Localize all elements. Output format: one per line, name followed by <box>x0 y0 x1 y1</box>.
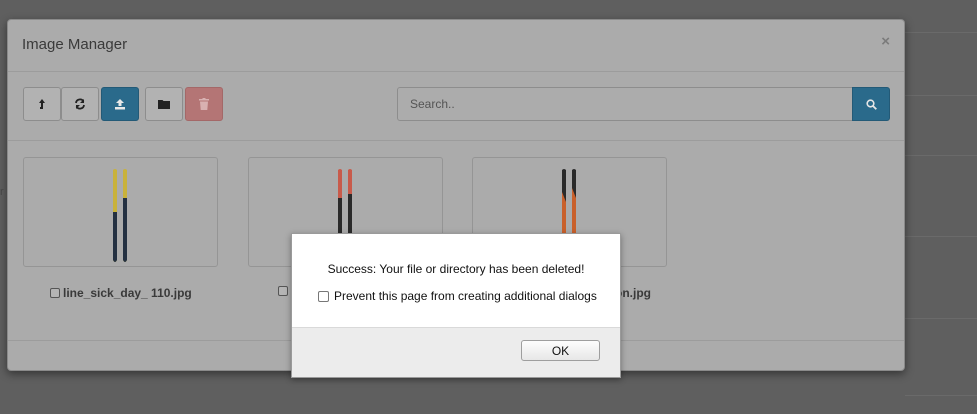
alert-dialog: Success: Your file or directory has been… <box>291 233 621 378</box>
upload-icon <box>115 99 125 110</box>
dialog-footer: OK <box>292 327 620 377</box>
image-select-checkbox[interactable] <box>50 288 60 298</box>
trash-icon <box>199 98 209 110</box>
refresh-icon <box>75 98 85 110</box>
refresh-button[interactable] <box>61 87 99 121</box>
background-divider <box>905 236 977 237</box>
prevent-dialogs-checkbox[interactable] <box>318 290 329 302</box>
close-icon[interactable]: × <box>881 33 890 50</box>
folder-icon <box>158 100 170 109</box>
background-divider <box>905 318 977 319</box>
background-divider <box>905 95 977 96</box>
image-filename: line_sick_day_ 110.jpg <box>63 286 192 300</box>
ok-button[interactable]: OK <box>521 340 600 361</box>
level-up-icon <box>39 99 45 109</box>
image-caption: line_sick_day_ 110.jpg <box>50 286 192 300</box>
parent-directory-button[interactable] <box>23 87 61 121</box>
dialog-message: Success: Your file or directory has been… <box>327 262 585 276</box>
search-input[interactable] <box>397 87 853 121</box>
modal-title: Image Manager <box>22 36 128 53</box>
image-caption <box>278 286 291 296</box>
upload-button[interactable] <box>101 87 139 121</box>
search-icon <box>865 98 877 110</box>
background-divider <box>905 395 977 396</box>
search-button[interactable] <box>852 87 890 121</box>
prevent-dialogs-label: Prevent this page from creating addition… <box>334 289 597 303</box>
new-folder-button[interactable] <box>145 87 183 121</box>
ski-image <box>112 169 127 262</box>
delete-button[interactable] <box>185 87 223 121</box>
background-divider <box>905 32 977 33</box>
image-thumbnail[interactable] <box>23 157 218 267</box>
background-divider <box>905 155 977 156</box>
toolbar <box>8 71 904 141</box>
modal-header: Image Manager × <box>8 20 904 72</box>
prevent-dialogs-option[interactable]: Prevent this page from creating addition… <box>318 289 597 303</box>
image-select-checkbox[interactable] <box>278 286 288 296</box>
